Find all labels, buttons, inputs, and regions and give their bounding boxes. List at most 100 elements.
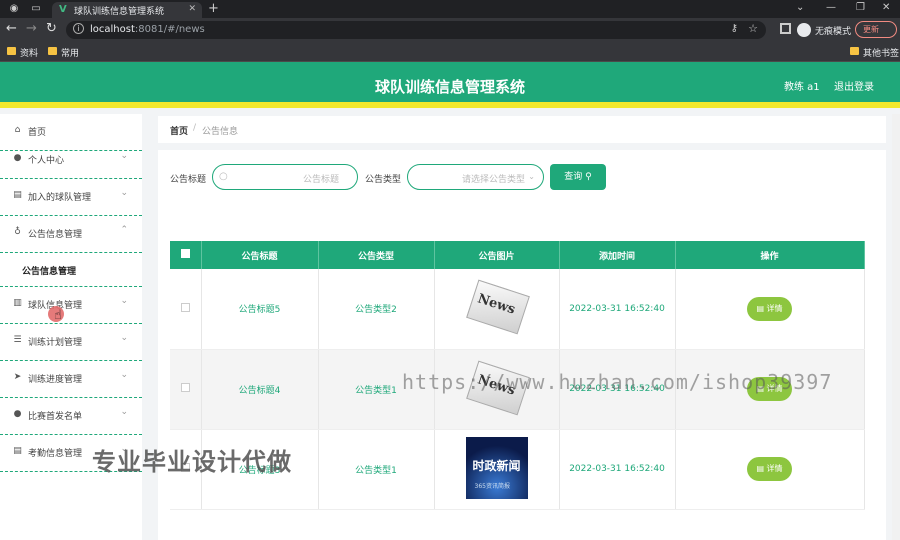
detail-button[interactable]: ▤ 详情 xyxy=(747,457,792,481)
tv-news-image: 时政新闻 365资讯简报 xyxy=(465,436,528,499)
close-window-icon[interactable]: ✕ xyxy=(882,2,890,13)
select-all-checkbox[interactable] xyxy=(170,241,202,269)
cell-title: 公告标题4 xyxy=(201,349,319,430)
other-bookmarks[interactable]: 其他书签 xyxy=(850,46,899,59)
chevron-down-icon: ⌄ xyxy=(120,333,128,343)
forward-icon[interactable]: → xyxy=(26,22,37,36)
sidebar-item-label: 公告信息管理 xyxy=(28,230,83,240)
cell-action: ▤ 详情 xyxy=(675,269,865,350)
type-select[interactable]: 请选择公告类型 ⌄ xyxy=(407,164,544,190)
cell-type: 公告类型1 xyxy=(318,429,435,510)
sidebar-item-training-progress[interactable]: ➤ 训练进度管理 ⌄ xyxy=(0,361,142,398)
bookmark-star-icon[interactable]: ☆ xyxy=(748,22,758,35)
site-info-icon[interactable]: i xyxy=(73,23,84,34)
submenu-label: 公告信息管理 xyxy=(22,267,77,277)
chevron-down-icon: ⌄ xyxy=(120,188,128,198)
tv-news-title: 时政新闻 xyxy=(472,458,521,473)
update-button[interactable]: 更新 xyxy=(855,21,897,38)
browser-tab-bar: ◉ ▭ V 球队训练信息管理系统 ✕ + ⌄ — ❐ ✕ xyxy=(0,0,900,18)
sidebar-item-label: 训练计划管理 xyxy=(28,338,83,348)
sidebar-item-lineup[interactable]: ● 比赛首发名单 ⌄ xyxy=(0,398,142,435)
user-icon: ● xyxy=(13,409,22,419)
home-icon: ⌂ xyxy=(14,125,21,135)
table-row: 公告标题5 公告类型2 News 2022-03-31 16:52:40 ▤ 详… xyxy=(170,269,865,350)
sidebar-item-teams[interactable]: ▥ 球队信息管理 ⌄ xyxy=(0,287,142,324)
close-tab-icon[interactable]: ✕ xyxy=(188,4,196,14)
url-path: :8081/#/news xyxy=(134,24,205,35)
sliders-icon: ☰ xyxy=(13,335,22,345)
type-search-label: 公告类型 xyxy=(365,175,402,185)
submenu-notice-manage[interactable]: 公告信息管理 xyxy=(0,253,142,287)
search-icon: ○ xyxy=(219,171,228,182)
vue-logo-icon: V xyxy=(59,4,67,15)
watermark-text: 专业毕业设计代做 xyxy=(92,448,292,476)
scrollbar[interactable] xyxy=(892,114,900,540)
side-panel-icon[interactable] xyxy=(780,23,791,34)
tv-news-subtitle: 365资讯简报 xyxy=(474,482,510,490)
new-tab-icon[interactable]: + xyxy=(208,1,219,16)
user-icon: ● xyxy=(13,153,22,163)
title-search-input[interactable]: ○ 公告标题 xyxy=(212,164,358,190)
sidebar-item-notices[interactable]: ♁ 公告信息管理 ⌃ xyxy=(0,216,142,253)
breadcrumb-separator: / xyxy=(193,123,197,133)
address-bar: ← → ↻ i localhost:8081/#/news ⚷ ☆ 无痕模式 更… xyxy=(0,18,900,42)
breadcrumb-home[interactable]: 首页 xyxy=(170,124,188,137)
back-icon[interactable]: ← xyxy=(6,22,17,36)
detail-label: 详情 xyxy=(766,303,783,313)
reload-icon[interactable]: ↻ xyxy=(46,22,57,36)
restore-icon[interactable]: ❐ xyxy=(856,2,865,13)
hand-cursor-icon: ☝ xyxy=(54,308,62,323)
detail-button[interactable]: ▤ 详情 xyxy=(747,296,792,321)
key-icon[interactable]: ⚷ xyxy=(731,23,738,34)
incognito-label: 无痕模式 xyxy=(815,27,852,37)
detail-label: 详情 xyxy=(766,464,783,473)
chart-icon: ▥ xyxy=(13,298,22,308)
clipboard-icon: ▤ xyxy=(13,190,22,200)
chevron-down-icon: ⌄ xyxy=(528,172,535,181)
title-search-label: 公告标题 xyxy=(170,175,207,185)
query-button-label: 查询 xyxy=(564,172,583,182)
sidebar-item-label: 加入的球队管理 xyxy=(28,193,92,203)
row-checkbox[interactable] xyxy=(170,269,202,350)
cell-time: 2022-03-31 16:52:40 xyxy=(559,429,676,510)
cell-action: ▤ 详情 xyxy=(675,429,865,510)
tab-group-icon[interactable]: ▭ xyxy=(30,3,42,15)
app-header: 球队训练信息管理系统 教练 a1 退出登录 xyxy=(0,62,900,108)
sidebar-item-label: 首页 xyxy=(28,128,47,138)
logout-link[interactable]: 退出登录 xyxy=(834,78,874,93)
title-search-placeholder: 公告标题 xyxy=(303,175,340,185)
cell-time: 2022-03-31 16:52:40 xyxy=(559,269,676,350)
table-header-row: 公告标题 公告类型 公告图片 添加时间 操作 xyxy=(170,241,865,269)
breadcrumb: 首页 / 公告信息 xyxy=(158,116,886,143)
sidebar-item-label: 个人中心 xyxy=(28,156,65,166)
sidebar-item-label: 考勤信息管理 xyxy=(28,449,83,459)
column-header: 公告图片 xyxy=(434,241,560,269)
sidebar-item-profile[interactable]: ● 个人中心 ⌄ xyxy=(0,142,142,179)
cell-title: 公告标题5 xyxy=(201,269,319,350)
clipboard-icon: ▤ xyxy=(13,446,22,456)
send-icon: ➤ xyxy=(13,372,22,382)
sidebar-item-joined-teams[interactable]: ▤ 加入的球队管理 ⌄ xyxy=(0,179,142,216)
column-header: 公告类型 xyxy=(318,241,435,269)
url-host: localhost xyxy=(90,24,135,35)
bookmark-folder[interactable]: 资料 xyxy=(7,46,38,59)
sidebar-item-training-plan[interactable]: ☰ 训练计划管理 ⌄ xyxy=(0,324,142,361)
url-field[interactable]: i localhost:8081/#/news ⚷ ☆ xyxy=(66,21,766,39)
minimize-icon[interactable]: — xyxy=(826,2,836,13)
chevron-down-icon: ⌄ xyxy=(120,407,128,417)
tab-search-icon[interactable]: ⌄ xyxy=(796,2,804,13)
cell-image: News xyxy=(434,269,560,350)
row-checkbox[interactable] xyxy=(170,349,202,430)
sidebar-item-label: 训练进度管理 xyxy=(28,375,83,385)
browser-menu-icon[interactable]: ◉ xyxy=(8,3,20,15)
chevron-down-icon: ⌄ xyxy=(120,296,128,306)
column-header: 公告标题 xyxy=(201,241,319,269)
browser-tab[interactable]: V 球队训练信息管理系统 ✕ xyxy=(52,2,202,18)
bookmark-folder[interactable]: 常用 xyxy=(48,46,79,59)
query-button[interactable]: 查询 ⚲ xyxy=(550,164,606,190)
chevron-down-icon: ⌄ xyxy=(120,370,128,380)
current-user: 教练 a1 xyxy=(784,82,820,93)
column-header: 添加时间 xyxy=(559,241,676,269)
search-icon: ⚲ xyxy=(585,172,592,182)
incognito-icon xyxy=(797,23,811,37)
